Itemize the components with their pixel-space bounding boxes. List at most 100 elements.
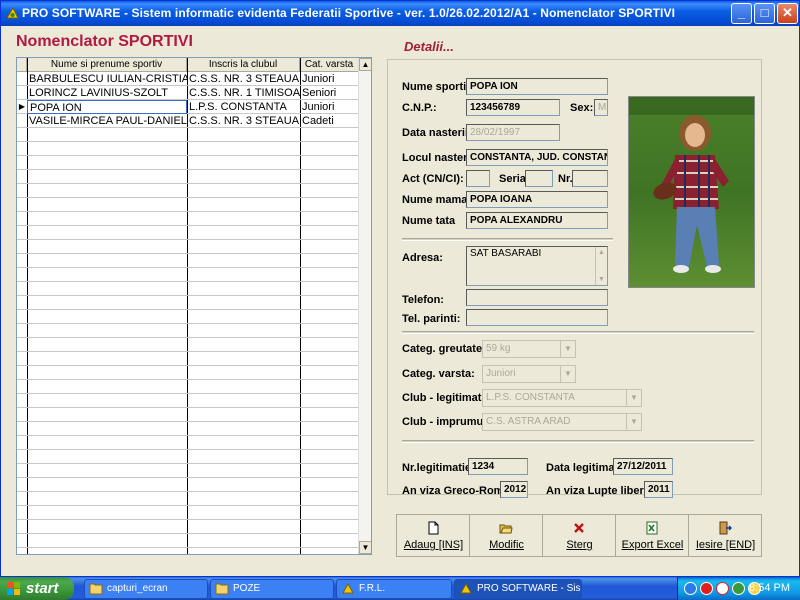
open-folder-icon <box>499 521 513 535</box>
athlete-photo <box>628 96 755 288</box>
empty-table-row <box>17 478 359 492</box>
empty-table-row <box>17 492 359 506</box>
field-nume[interactable]: POPA ION <box>466 78 608 95</box>
export-excel-button[interactable]: Export Excel <box>616 515 689 556</box>
label-mama: Nume mama <box>402 194 468 206</box>
close-button[interactable]: ✕ <box>777 3 798 24</box>
label-adresa: Adresa: <box>402 252 443 264</box>
cell-category: Cadeti <box>302 115 334 127</box>
maximize-button[interactable]: □ <box>754 3 775 24</box>
column-header-category[interactable]: Cat. varsta <box>300 58 359 72</box>
combo-value: 59 kg <box>486 343 511 354</box>
field-locul-nasterii[interactable]: CONSTANTA, JUD. CONSTANTA <box>466 149 608 166</box>
chevron-down-icon[interactable]: ▼ <box>560 366 575 382</box>
field-telefon[interactable] <box>466 289 608 306</box>
athletes-grid[interactable]: Nume si prenume sportiv Inscris la clubu… <box>16 57 372 555</box>
label-viza-greco: An viza Greco-Rom <box>402 485 504 497</box>
grid-scrollbar[interactable]: ▲ ▼ <box>358 58 371 554</box>
network-icon[interactable] <box>684 582 697 595</box>
empty-table-row <box>17 282 359 296</box>
title-bar[interactable]: PRO SOFTWARE - Sistem informatic evident… <box>1 1 799 26</box>
table-row[interactable]: VASILE-MIRCEA PAUL-DANIEL C.S.S. NR. 3 S… <box>17 114 359 128</box>
empty-table-row <box>17 170 359 184</box>
label-cnp: C.N.P.: <box>402 102 437 114</box>
table-row[interactable]: LORINCZ LAVINIUS-SZOLT C.S.S. NR. 1 TIMI… <box>17 86 359 100</box>
task-frl[interactable]: F.R.L. <box>336 579 452 599</box>
cell-category: Juniori <box>302 101 335 113</box>
label-club-imprumut: Club - imprumut: <box>402 416 491 428</box>
antivirus-icon[interactable] <box>700 582 713 595</box>
clock[interactable]: 8:54 PM <box>749 582 790 594</box>
column-header-club[interactable]: Inscris la clubul <box>187 58 300 72</box>
scroll-up-icon[interactable]: ▲ <box>359 58 371 71</box>
field-data-nasterii[interactable]: 28/02/1997 <box>466 124 560 141</box>
row-selector-icon: ▶ <box>18 102 26 111</box>
task-pro-software[interactable]: PRO SOFTWARE - Sis... <box>454 579 582 599</box>
exit-button[interactable]: Iesire [END] <box>689 515 762 556</box>
task-poze[interactable]: POZE <box>210 579 334 599</box>
empty-table-row <box>17 422 359 436</box>
cell-category: Juniori <box>302 73 335 85</box>
column-header-name[interactable]: Nume si prenume sportiv <box>27 58 187 72</box>
field-data-legitimarii[interactable]: 27/12/2011 <box>613 458 673 475</box>
combo-categ-greutate[interactable]: 59 kg ▼ <box>482 340 576 358</box>
table-row-selected[interactable]: ▶ POPA ION L.P.S. CONSTANTA Juniori <box>17 100 359 114</box>
details-title: Detalii... <box>404 39 454 54</box>
start-button[interactable]: start <box>0 577 74 600</box>
field-tata[interactable]: POPA ALEXANDRU <box>466 212 608 229</box>
minimize-button[interactable]: _ <box>731 3 752 24</box>
table-row[interactable]: BARBULESCU IULIAN-CRISTIAN C.S.S. NR. 3 … <box>17 72 359 86</box>
combo-categ-varsta[interactable]: Juniori ▼ <box>482 365 576 383</box>
add-button[interactable]: Adaug [INS] <box>397 515 470 556</box>
cell-name: BARBULESCU IULIAN-CRISTIAN <box>29 73 187 85</box>
cell-club: C.S.S. NR. 1 TIMISOARA <box>189 87 300 99</box>
security-icon[interactable] <box>716 582 729 595</box>
modify-button[interactable]: Modific <box>470 515 543 556</box>
chevron-down-icon[interactable]: ▼ <box>626 414 641 430</box>
field-tel-parinti[interactable] <box>466 309 608 326</box>
empty-table-row <box>17 338 359 352</box>
app-icon <box>342 582 354 594</box>
field-seria[interactable] <box>525 170 553 187</box>
new-document-icon <box>426 521 440 535</box>
scroll-down-icon[interactable]: ▼ <box>596 274 607 285</box>
field-nr[interactable] <box>572 170 608 187</box>
field-mama[interactable]: POPA IOANA <box>466 191 608 208</box>
task-label: POZE <box>233 583 261 594</box>
empty-table-row <box>17 436 359 450</box>
field-act[interactable] <box>466 170 490 187</box>
delete-button[interactable]: Sterg <box>543 515 616 556</box>
update-icon[interactable] <box>732 582 745 595</box>
field-adresa[interactable]: SAT BASARABI ▲ ▼ <box>466 246 608 286</box>
adresa-scrollbar[interactable]: ▲ ▼ <box>595 247 607 285</box>
empty-table-row <box>17 394 359 408</box>
grid-corner <box>17 58 27 72</box>
task-label: F.R.L. <box>359 583 386 594</box>
windows-logo-icon <box>7 582 20 595</box>
scroll-up-icon[interactable]: ▲ <box>596 247 607 258</box>
delete-x-icon <box>572 521 586 535</box>
combo-club-legitimat[interactable]: L.P.S. CONSTANTA ▼ <box>482 389 642 407</box>
empty-table-row <box>17 310 359 324</box>
field-sex[interactable]: M <box>594 99 608 116</box>
scroll-down-icon[interactable]: ▼ <box>359 541 371 554</box>
field-viza-libere[interactable]: 2011 <box>644 481 673 498</box>
chevron-down-icon[interactable]: ▼ <box>626 390 641 406</box>
label-categ-varsta: Categ. varsta: <box>402 368 475 380</box>
field-viza-greco[interactable]: 2012 <box>500 481 528 498</box>
combo-club-imprumut[interactable]: C.S. ASTRA ARAD ▼ <box>482 413 642 431</box>
empty-table-row <box>17 254 359 268</box>
label-nr-legitimatie: Nr.legitimatie <box>402 462 472 474</box>
empty-table-row <box>17 352 359 366</box>
empty-table-row <box>17 366 359 380</box>
task-capturi-ecran[interactable]: capturi_ecran <box>84 579 208 599</box>
label-sex: Sex: <box>570 102 594 114</box>
field-cnp[interactable]: 123456789 <box>466 99 560 116</box>
label-categ-greutate: Categ. greutate: <box>402 343 486 355</box>
app-icon <box>460 582 472 594</box>
label-data-nasterii: Data nasterii: <box>402 127 472 139</box>
field-nr-legitimatie[interactable]: 1234 <box>468 458 528 475</box>
chevron-down-icon[interactable]: ▼ <box>560 341 575 357</box>
empty-table-row <box>17 534 359 548</box>
cell-club: C.S.S. NR. 3 STEAUA <box>189 73 300 85</box>
